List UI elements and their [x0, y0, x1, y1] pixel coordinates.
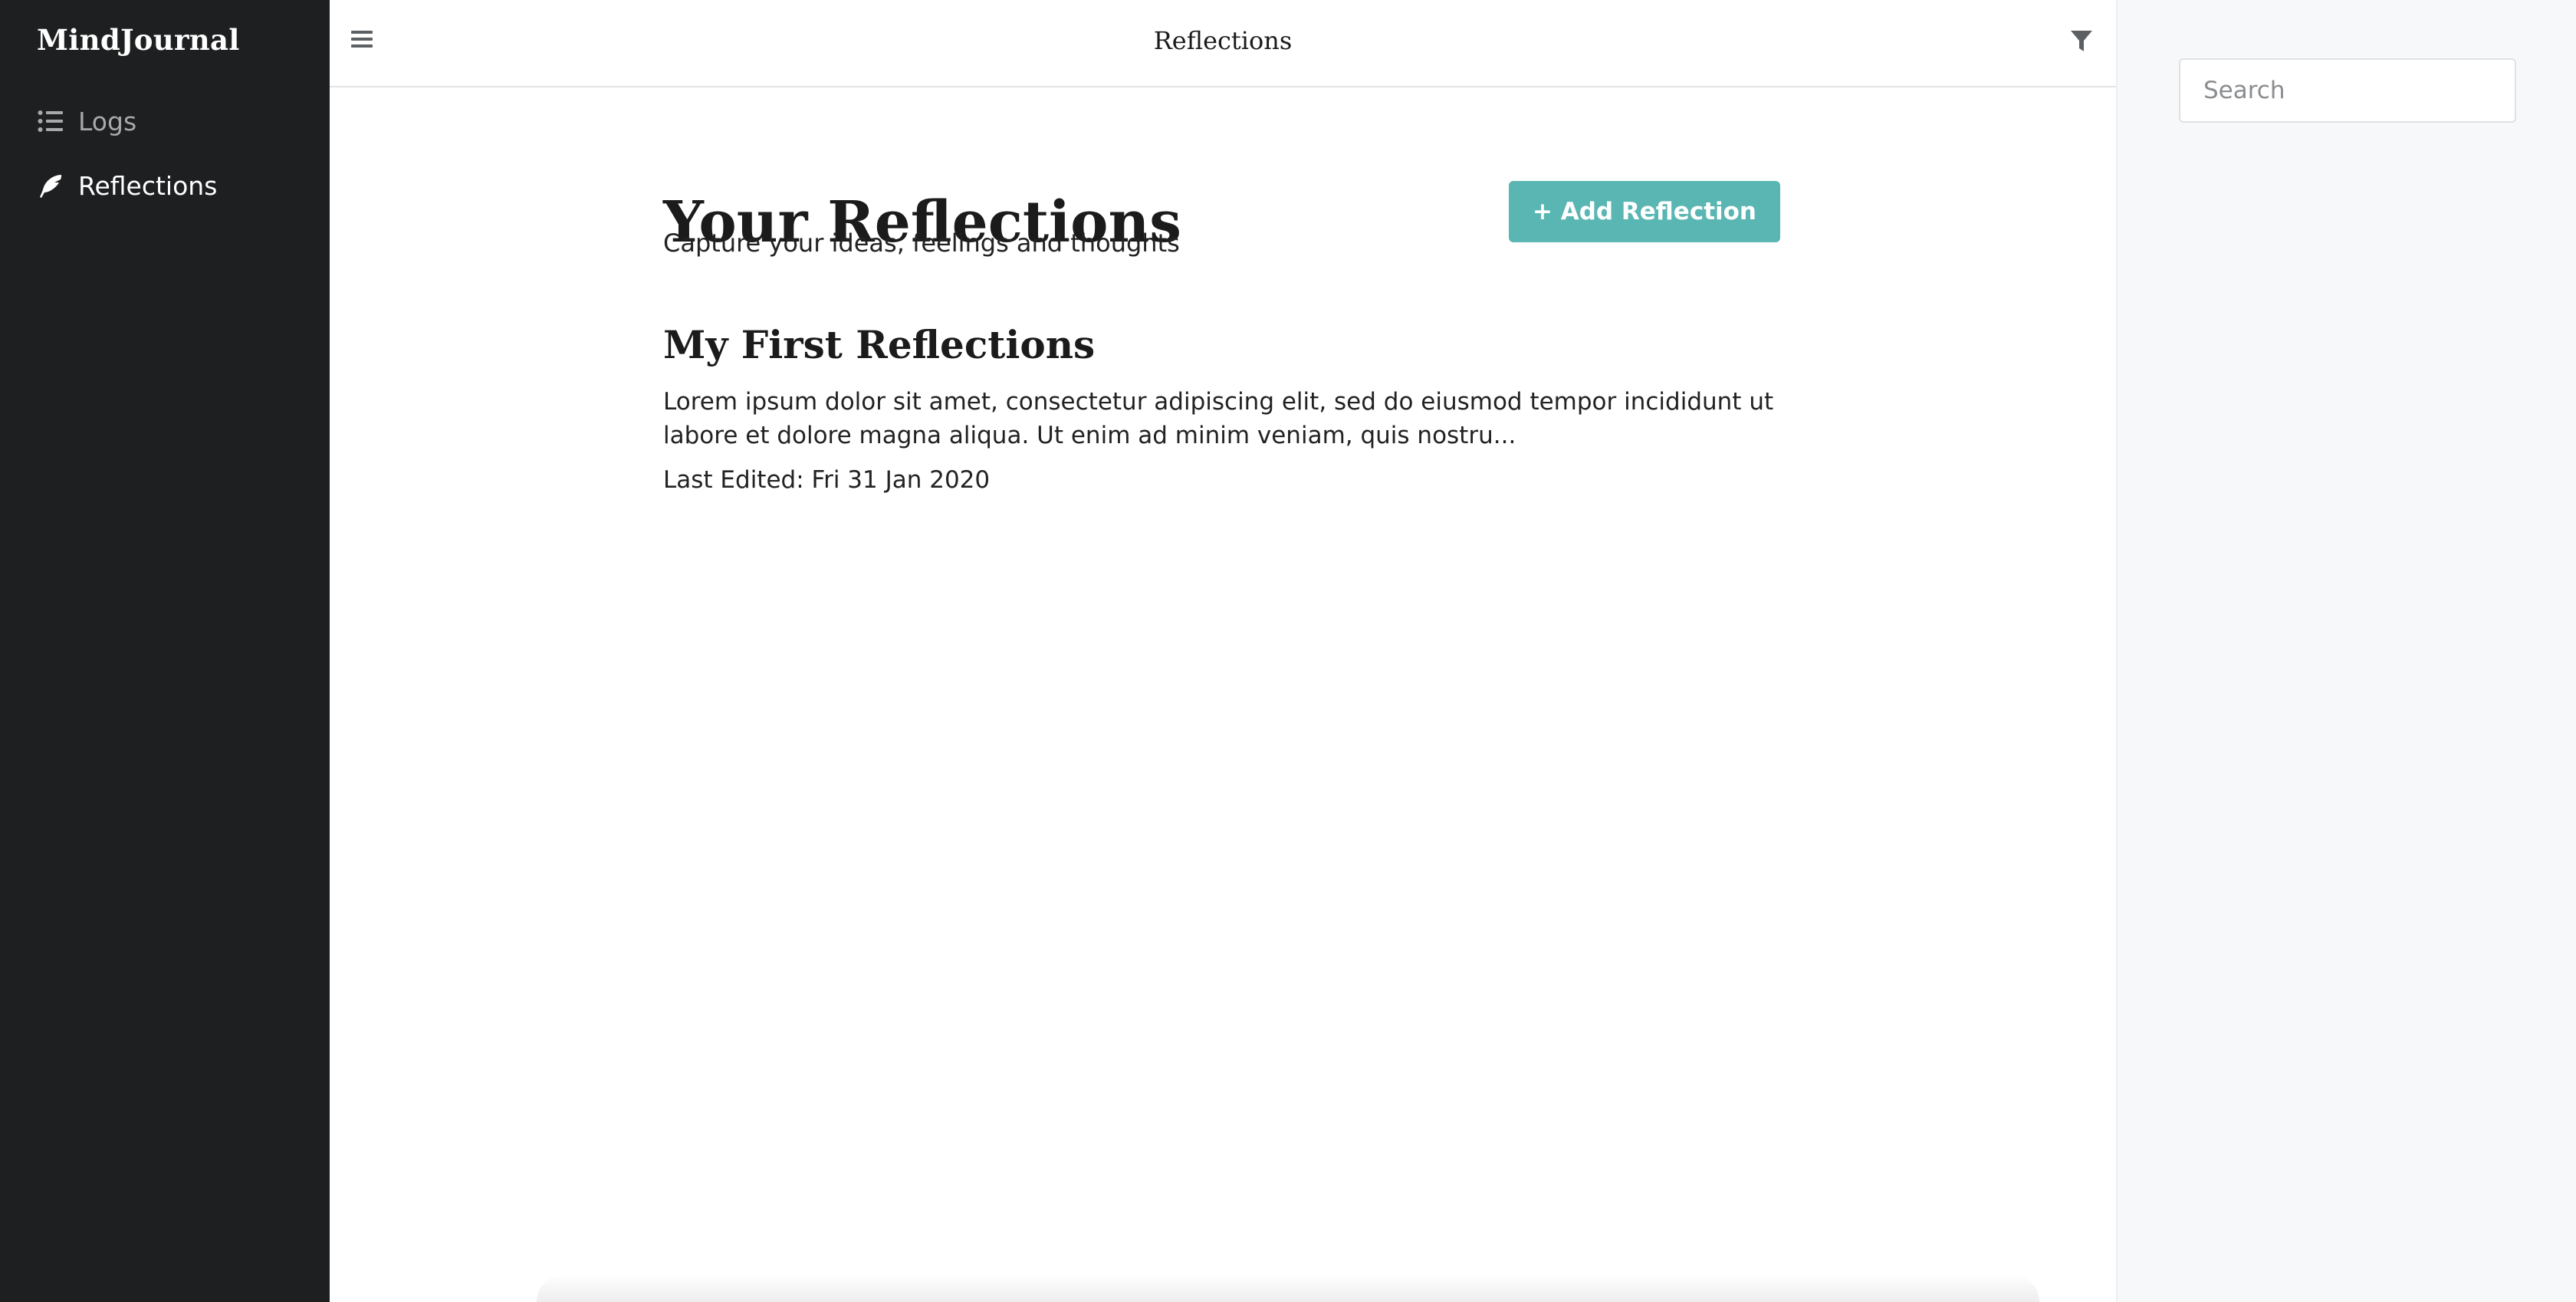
sidebar-item-logs[interactable]: Logs [37, 100, 136, 143]
reflection-excerpt: Lorem ipsum dolor sit amet, consectetur … [663, 388, 1774, 449]
page-header-title: Reflections [1153, 26, 1293, 55]
app-window: MindJournal Logs Reflections Reflections… [0, 0, 2576, 1302]
reflection-title[interactable]: My First Reflections [663, 322, 1790, 368]
list-item[interactable]: My First Reflections Lorem ipsum dolor s… [663, 322, 1790, 494]
top-bar: Reflections [330, 0, 2116, 87]
search-input[interactable] [2179, 58, 2516, 123]
sidebar: MindJournal Logs Reflections [0, 0, 330, 1302]
bottom-sheet-shadow [537, 1274, 2039, 1302]
feather-pen-icon [37, 172, 64, 199]
filter-icon[interactable] [2070, 29, 2098, 57]
list-icon [37, 107, 64, 135]
main-area: Reflections Your Reflections Capture you… [330, 0, 2116, 1302]
sidebar-item-reflections[interactable]: Reflections [37, 164, 217, 207]
brand-logo[interactable]: MindJournal [37, 23, 240, 57]
add-reflection-button[interactable]: + Add Reflection [1509, 181, 1780, 242]
right-panel [2116, 0, 2576, 1302]
page-subtitle: Capture your ideas, feelings and thought… [663, 229, 1180, 258]
sidebar-item-label: Reflections [78, 170, 218, 201]
sidebar-item-label: Logs [78, 106, 137, 136]
reflection-last-edited: Last Edited: Fri 31 Jan 2020 [663, 466, 991, 494]
